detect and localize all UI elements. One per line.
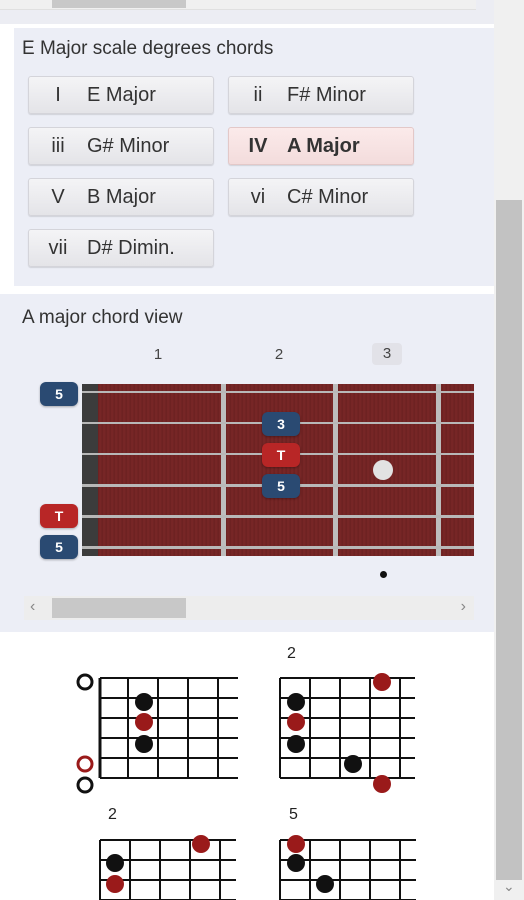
chord-degree: iii bbox=[51, 134, 65, 157]
chord-view-panel: A major chord view 1 2 3 5 T 5 3 T 5 ‹ › bbox=[0, 294, 494, 632]
chord-name: A Major bbox=[287, 134, 360, 157]
fret-number-2: 2 bbox=[274, 346, 284, 363]
chord-degree: vii bbox=[48, 236, 68, 259]
fret-marker-dot bbox=[380, 571, 387, 578]
fret-inlay-dot bbox=[373, 460, 393, 480]
note-marker-open-string1[interactable]: 5 bbox=[40, 382, 78, 406]
chord-degree: vi bbox=[250, 185, 266, 208]
fret-wire bbox=[333, 384, 338, 556]
open-root-circle bbox=[76, 755, 94, 773]
open-string-circle bbox=[76, 673, 94, 691]
diagram-fret-label: 2 bbox=[108, 806, 117, 823]
top-section-remnant bbox=[0, 0, 494, 24]
top-scrollbar-thumb[interactable] bbox=[52, 0, 186, 8]
fret-wire bbox=[221, 384, 226, 556]
finger-dot bbox=[287, 693, 305, 711]
chord-view-title: A major chord view bbox=[22, 307, 183, 328]
fret-number-1: 1 bbox=[153, 346, 163, 363]
finger-dot bbox=[316, 875, 334, 893]
root-finger-dot bbox=[287, 835, 305, 853]
chord-degree: ii bbox=[253, 83, 263, 106]
fret-number-3: 3 bbox=[372, 343, 402, 365]
chord-name: F# Minor bbox=[287, 83, 366, 106]
chord-degree: IV bbox=[248, 134, 268, 157]
diagram-fret-label: 5 bbox=[289, 806, 298, 823]
chord-name: E Major bbox=[87, 83, 156, 106]
fretboard[interactable] bbox=[82, 384, 474, 556]
chord-button-ii[interactable]: ii F# Minor bbox=[228, 76, 414, 114]
root-finger-dot bbox=[192, 835, 210, 853]
page-vertical-scrollbar[interactable]: ⌄ bbox=[494, 0, 524, 900]
chord-diagram-2[interactable] bbox=[270, 666, 450, 796]
note-marker-open-string6[interactable]: 5 bbox=[40, 535, 78, 559]
guitar-string-6 bbox=[82, 546, 474, 549]
fret-wire bbox=[436, 384, 441, 556]
fretboard-nut bbox=[82, 384, 98, 556]
scroll-down-arrow-icon[interactable]: ⌄ bbox=[503, 878, 515, 895]
finger-dot bbox=[135, 735, 153, 753]
guitar-string-1 bbox=[82, 391, 474, 393]
root-finger-dot bbox=[373, 775, 391, 793]
root-finger-dot bbox=[135, 713, 153, 731]
scale-degree-chords-panel: E Major scale degrees chords I E Major i… bbox=[14, 28, 494, 286]
chord-button-vi[interactable]: vi C# Minor bbox=[228, 178, 414, 216]
chord-diagram-1[interactable] bbox=[70, 666, 250, 796]
fretboard-horizontal-scrollbar[interactable]: ‹ › bbox=[24, 596, 474, 620]
scroll-right-arrow-icon[interactable]: › bbox=[461, 598, 466, 616]
chord-name: G# Minor bbox=[87, 134, 170, 157]
note-marker-fret2-string2[interactable]: 3 bbox=[262, 412, 300, 436]
finger-dot bbox=[135, 693, 153, 711]
chord-button-IV[interactable]: IV A Major bbox=[228, 127, 414, 165]
note-marker-fret2-string4[interactable]: 5 bbox=[262, 474, 300, 498]
root-finger-dot bbox=[106, 875, 124, 893]
fretboard-scrollbar-thumb[interactable] bbox=[52, 598, 186, 618]
root-finger-dot bbox=[373, 673, 391, 691]
chords-panel-title: E Major scale degrees chords bbox=[22, 38, 274, 59]
chord-diagram-3[interactable] bbox=[96, 828, 246, 900]
root-finger-dot bbox=[287, 713, 305, 731]
guitar-string-5 bbox=[82, 515, 474, 518]
note-marker-open-string5[interactable]: T bbox=[40, 504, 78, 528]
chord-button-vii[interactable]: vii D# Dimin. bbox=[28, 229, 214, 267]
open-string-circle bbox=[76, 776, 94, 794]
note-marker-fret2-string3[interactable]: T bbox=[262, 443, 300, 467]
top-horizontal-scrollbar[interactable] bbox=[0, 0, 476, 10]
finger-dot bbox=[106, 854, 124, 872]
finger-dot bbox=[287, 854, 305, 872]
chord-name: B Major bbox=[87, 185, 156, 208]
chord-button-V[interactable]: V B Major bbox=[28, 178, 214, 216]
chord-button-I[interactable]: I E Major bbox=[28, 76, 214, 114]
chord-name: D# Dimin. bbox=[87, 236, 175, 259]
finger-dot bbox=[344, 755, 362, 773]
scroll-left-arrow-icon[interactable]: ‹ bbox=[30, 598, 35, 616]
chord-degree: V bbox=[51, 185, 65, 208]
finger-dot bbox=[287, 735, 305, 753]
chord-name: C# Minor bbox=[287, 185, 369, 208]
chord-diagram-4[interactable] bbox=[276, 828, 426, 900]
diagram-fret-label: 2 bbox=[287, 645, 296, 662]
chord-button-iii[interactable]: iii G# Minor bbox=[28, 127, 214, 165]
page-scrollbar-thumb[interactable] bbox=[496, 200, 522, 880]
chord-degree: I bbox=[55, 83, 61, 106]
